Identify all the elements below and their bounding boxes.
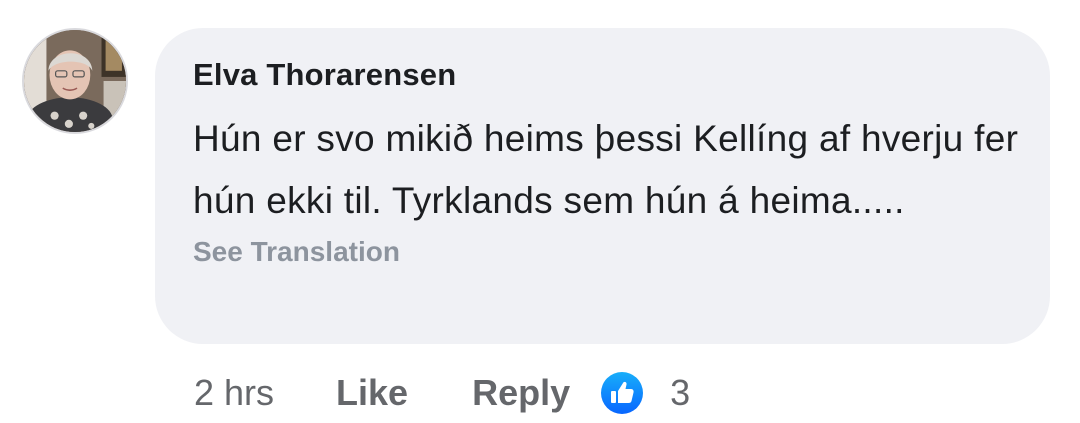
- reply-button[interactable]: Reply: [472, 370, 570, 416]
- avatar-photo: [24, 30, 126, 132]
- like-button[interactable]: Like: [336, 370, 408, 416]
- comment-text: Hún er svo mikið heims þessi Kellíng af …: [193, 118, 1019, 221]
- see-translation-link[interactable]: See Translation: [193, 234, 1010, 270]
- reaction-count: 3: [670, 372, 691, 413]
- comment-bubble: Elva Thorarensen Hún er svo mikið heims …: [155, 28, 1050, 344]
- like-thumb-icon: [600, 371, 644, 415]
- reaction-summary[interactable]: 3: [600, 370, 690, 416]
- comment-actions: 2 hrs Like Reply 3: [194, 370, 690, 416]
- avatar[interactable]: [22, 28, 128, 134]
- comment-timestamp[interactable]: 2 hrs: [194, 370, 274, 416]
- comment-author[interactable]: Elva Thorarensen: [193, 55, 1010, 95]
